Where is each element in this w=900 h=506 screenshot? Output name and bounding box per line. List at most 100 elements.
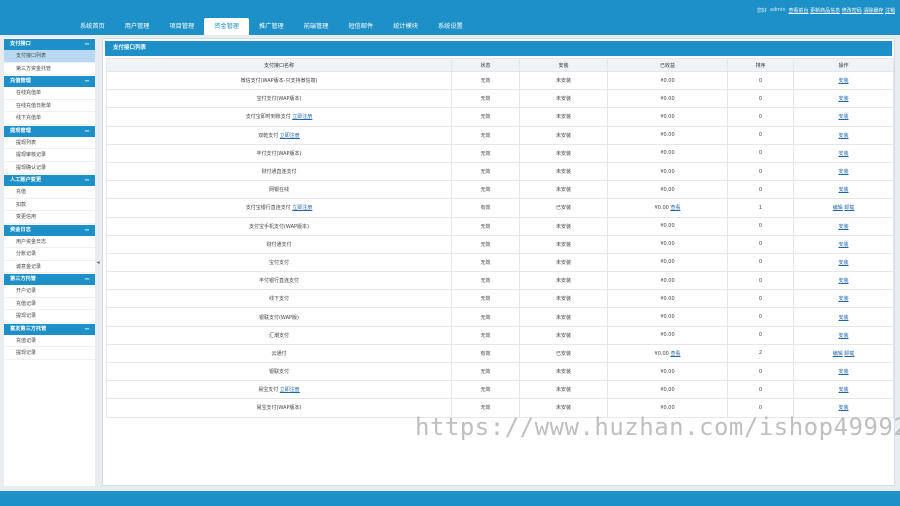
action-link[interactable]: 卸载 xyxy=(844,351,854,357)
collapse-minus-icon[interactable]: − xyxy=(84,39,90,50)
action-link[interactable]: 安装 xyxy=(838,296,848,302)
action-link[interactable]: 安装 xyxy=(838,387,848,393)
nav-item-6[interactable]: 短信邮件 xyxy=(339,18,384,35)
sidebar-group-5[interactable]: 第三方托管 − xyxy=(4,274,95,285)
sidebar-item[interactable]: 分账记录 xyxy=(4,248,95,261)
status-text: 无效 xyxy=(480,223,491,230)
action-link[interactable]: 安装 xyxy=(838,151,848,157)
collapse-minus-icon[interactable]: − xyxy=(84,225,90,236)
action-link[interactable]: 安装 xyxy=(838,405,848,411)
sort-text: 0 xyxy=(758,150,763,157)
action-link[interactable]: 编辑 xyxy=(833,351,843,357)
collapse-minus-icon[interactable]: − xyxy=(84,324,90,335)
column-header: 排序 xyxy=(727,58,794,72)
sidebar-group-3[interactable]: 人工账户变更 − xyxy=(4,175,95,186)
action-link[interactable]: 安装 xyxy=(838,278,848,284)
sidebar-item[interactable]: 提现记录 xyxy=(4,310,95,323)
install-cell: 未安装 xyxy=(519,380,608,400)
sidebar-item[interactable]: 充值记录 xyxy=(4,298,95,310)
register-link[interactable]: 立即注册 xyxy=(280,133,300,139)
view-link[interactable]: 查看 xyxy=(670,351,680,357)
action-link[interactable]: 卸载 xyxy=(844,205,854,211)
sidebar-item[interactable]: 线下充值单 xyxy=(4,112,95,125)
install-text: 未安装 xyxy=(555,169,571,176)
install-text: 未安装 xyxy=(555,96,571,103)
sidebar-item[interactable]: 提现审核记录 xyxy=(4,149,95,162)
action-link[interactable]: 安装 xyxy=(838,133,848,139)
actions-cell: 安装 xyxy=(793,398,894,418)
user-link-2[interactable]: 修改密码 xyxy=(842,8,862,14)
sidebar-item[interactable]: 变更信用 xyxy=(4,211,95,224)
user-link-4[interactable]: 注销 xyxy=(885,8,895,14)
nav-item-5[interactable]: 前端管理 xyxy=(294,18,339,35)
sidebar-collapse-icon[interactable]: ◂ xyxy=(95,255,101,271)
income-cell: ¥0.00 xyxy=(607,70,728,91)
collapse-minus-icon[interactable]: − xyxy=(84,126,90,137)
sidebar-group-6[interactable]: 富友第三方托管 − xyxy=(4,323,95,335)
interface-name-cell: 财付通直连支付 xyxy=(106,161,452,182)
action-link[interactable]: 安装 xyxy=(838,224,848,230)
install-cell: 未安装 xyxy=(519,271,608,291)
status-text: 无效 xyxy=(480,169,491,176)
income-cell: ¥0.00 xyxy=(607,125,728,145)
collapse-minus-icon[interactable]: − xyxy=(84,274,90,285)
register-link[interactable]: 立即注册 xyxy=(280,387,300,393)
sidebar-group-4[interactable]: 资金日志 − xyxy=(4,224,95,236)
sidebar-item[interactable]: 在线充值日账单 xyxy=(4,100,95,112)
action-link[interactable]: 安装 xyxy=(838,169,848,175)
action-link[interactable]: 安装 xyxy=(838,187,848,193)
status-text: 无效 xyxy=(480,314,491,321)
action-link[interactable]: 编辑 xyxy=(833,205,843,211)
sidebar-item[interactable]: 开户记录 xyxy=(4,285,95,298)
sidebar-group-1[interactable]: 充值管理 − xyxy=(4,76,95,87)
sidebar-item[interactable]: 扣款 xyxy=(4,199,95,211)
interface-name-cell: 微信支付(WAP版本-只支持微信端) xyxy=(106,70,452,91)
sidebar-group-0[interactable]: 支付接口 − xyxy=(4,39,95,50)
sidebar-item[interactable]: 充值记录 xyxy=(4,335,95,347)
nav-item-8[interactable]: 系统设置 xyxy=(428,18,473,35)
sidebar-item[interactable]: 诚意金记录 xyxy=(4,261,95,273)
interface-name: 财付通支付 xyxy=(266,241,292,248)
action-link[interactable]: 安装 xyxy=(838,96,848,102)
view-link[interactable]: 查看 xyxy=(670,205,680,211)
collapse-minus-icon[interactable]: − xyxy=(84,175,90,186)
sort-text: 2 xyxy=(758,350,763,357)
income-cell: ¥0.00 xyxy=(607,180,728,200)
sort-cell: 0 xyxy=(727,289,794,309)
sidebar-item[interactable]: 提现确认记录 xyxy=(4,162,95,174)
sidebar-item[interactable]: 支付接口列表 xyxy=(4,50,95,63)
nav-item-3[interactable]: 资金管理 xyxy=(204,18,249,35)
sort-cell: 0 xyxy=(727,180,794,200)
action-link[interactable]: 安装 xyxy=(838,260,848,266)
user-link-0[interactable]: 查看前台 xyxy=(789,8,809,14)
table-row: 丰付银行直连支付 无效 未安装 ¥0.00 0 安装 xyxy=(106,271,894,291)
sidebar-item[interactable]: 在线充值单 xyxy=(4,87,95,100)
action-link[interactable]: 安装 xyxy=(838,315,848,321)
sidebar-item[interactable]: 提现列表 xyxy=(4,137,95,149)
user-link-3[interactable]: 清除缓存 xyxy=(863,8,883,14)
nav-item-1[interactable]: 用户管理 xyxy=(115,18,160,35)
register-link[interactable]: 立即注册 xyxy=(292,205,312,211)
action-link[interactable]: 安装 xyxy=(838,369,848,375)
action-link[interactable]: 安装 xyxy=(838,78,848,84)
action-link[interactable]: 安装 xyxy=(838,333,848,339)
sidebar-group-2[interactable]: 提现管理 − xyxy=(4,125,95,137)
sidebar-item[interactable]: 第三方资金托管 xyxy=(4,63,95,75)
sidebar-item[interactable]: 提现记录 xyxy=(4,347,95,360)
register-link[interactable]: 立即注册 xyxy=(292,114,312,120)
sidebar-item[interactable]: 用户资金日志 xyxy=(4,236,95,248)
action-link[interactable]: 安装 xyxy=(838,114,848,120)
install-cell: 未安装 xyxy=(519,216,608,236)
nav-item-2[interactable]: 项目管理 xyxy=(160,18,205,35)
action-link[interactable]: 安装 xyxy=(838,242,848,248)
main-nav: 系统首页 用户管理 项目管理 资金管理 推广管理 前端管理 短信邮件 统计模块 系统设置 xyxy=(70,18,473,35)
nav-item-7[interactable]: 统计模块 xyxy=(383,18,428,35)
sidebar-item[interactable]: 充值 xyxy=(4,186,95,199)
install-cell: 未安装 xyxy=(519,398,608,418)
nav-item-4[interactable]: 推广管理 xyxy=(249,18,294,35)
table-row: 财付通支付 无效 未安装 ¥0.00 0 安装 xyxy=(106,234,894,254)
nav-item-0[interactable]: 系统首页 xyxy=(70,18,115,35)
collapse-minus-icon[interactable]: − xyxy=(84,76,90,87)
status-cell: 无效 xyxy=(451,125,520,145)
user-link-1[interactable]: 更新商品信息 xyxy=(810,8,840,14)
